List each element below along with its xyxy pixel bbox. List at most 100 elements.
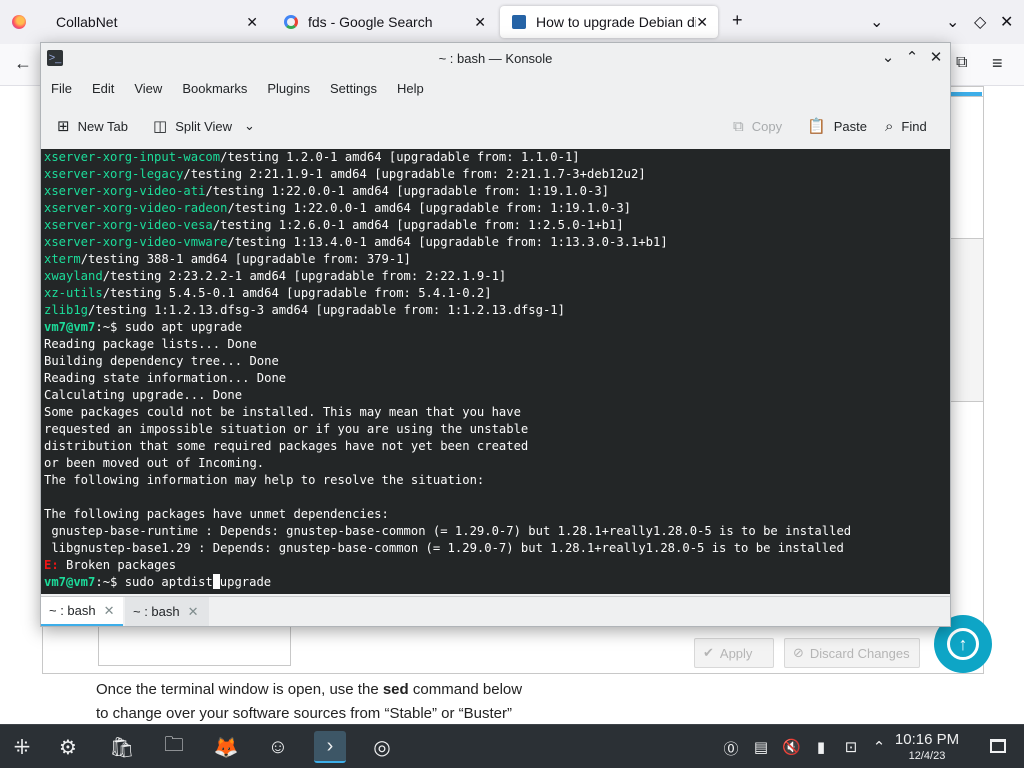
network-icon[interactable]: ⊡ — [842, 738, 860, 756]
browser-tab-debian-upgrade[interactable]: How to upgrade Debian di ✕ — [500, 6, 718, 38]
package-name: xserver-xorg-video-vmware — [44, 235, 228, 249]
terminal-line: xserver-xorg-video-vesa/testing 1:2.6.0-… — [44, 217, 851, 234]
system-settings-icon[interactable]: ⚙ — [52, 731, 84, 763]
apply-button[interactable]: ✔ Apply — [694, 638, 774, 668]
network-globe-icon[interactable]: ◎ — [366, 731, 398, 763]
paste-button[interactable]: 📋 Paste — [807, 115, 867, 137]
menu-edit[interactable]: Edit — [82, 81, 124, 96]
minimize-icon[interactable]: ⌄ — [946, 12, 959, 32]
clock[interactable]: 10:16 PM 12/4/23 — [893, 731, 961, 763]
discover-store-icon[interactable]: 🛍 — [106, 731, 138, 763]
shell-prompt: vm7@vm7 — [44, 575, 96, 589]
firefox-icon[interactable]: 🦊 — [210, 731, 242, 763]
extensions-icon[interactable]: ⧉ — [956, 54, 967, 72]
menu-bar: File Edit View Bookmarks Plugins Setting… — [41, 73, 950, 103]
terminal-line: or been moved out of Incoming. — [44, 455, 851, 472]
menu-settings[interactable]: Settings — [320, 81, 387, 96]
article-paragraph: Once the terminal window is open, use th… — [96, 678, 616, 726]
close-icon[interactable]: ✕ — [104, 603, 115, 619]
firefox-icon — [12, 15, 26, 29]
maximize-icon[interactable]: ⌃ — [903, 48, 921, 66]
vpn-icon[interactable]: ⓪ — [722, 738, 740, 759]
close-icon[interactable]: ✕ — [246, 14, 258, 31]
tab-label: CollabNet — [56, 14, 118, 30]
output-text: Building dependency tree... Done — [44, 354, 279, 368]
text-cursor — [212, 574, 220, 589]
terminal-view[interactable]: xserver-xorg-input-wacom/testing 1.2.0-1… — [41, 149, 950, 594]
terminal-line: zlib1g/testing 1:1.2.13.dfsg-3 amd64 [up… — [44, 302, 851, 319]
menu-bookmarks[interactable]: Bookmarks — [172, 81, 257, 96]
split-view-button[interactable]: ◫ Split View ⌄ — [153, 115, 255, 137]
volume-muted-icon[interactable]: 🔇 — [782, 738, 801, 756]
find-button[interactable]: ⌕ Find — [885, 115, 927, 137]
terminal-line: xwayland/testing 2:23.2.2-1 amd64 [upgra… — [44, 268, 851, 285]
back-arrow-icon[interactable]: ← — [14, 53, 32, 74]
terminal-line: Building dependency tree... Done — [44, 353, 851, 370]
output-text: requested an impossible situation or if … — [44, 422, 529, 436]
battery-icon[interactable]: ▮ — [812, 738, 830, 756]
taskbar: ⁜ ⚙ 🛍 🗀 🦊 ☺ › ◎ ⓪ ▤ 🔇 ▮ ⊡ ⌃ 10:16 PM 12/… — [0, 724, 1024, 768]
emoji-icon[interactable]: ☺ — [262, 731, 294, 763]
browser-tab-collabnet[interactable]: CollabNet ✕ — [44, 6, 268, 38]
copy-button[interactable]: ⧉ Copy — [733, 115, 782, 137]
menu-plugins[interactable]: Plugins — [257, 81, 320, 96]
menu-view[interactable]: View — [124, 81, 172, 96]
clipboard-icon[interactable]: ▤ — [752, 738, 770, 756]
menu-help[interactable]: Help — [387, 81, 434, 96]
article-text: to change over your software sources fro… — [96, 705, 513, 722]
package-info: /testing 2:23.2.2-1 amd64 [upgradable fr… — [102, 269, 507, 283]
chevron-down-icon[interactable]: ⌄ — [244, 118, 255, 134]
package-name: xz-utils — [44, 286, 103, 300]
session-tab-label: ~ : bash — [49, 603, 96, 618]
minimize-icon[interactable]: ⌄ — [879, 48, 897, 66]
close-icon[interactable]: ✕ — [927, 48, 945, 66]
show-desktop-icon[interactable] — [990, 739, 1006, 753]
terminal-line: The following packages have unmet depend… — [44, 506, 851, 523]
article-text: command below — [408, 681, 523, 698]
terminal-line: libgnustep-base1.29 : Depends: gnustep-b… — [44, 540, 851, 557]
new-tab-label: New Tab — [77, 118, 128, 134]
chevron-down-icon[interactable]: ⌄ — [870, 12, 883, 32]
terminal-line: E: Broken packages — [44, 557, 851, 574]
close-icon[interactable]: ✕ — [696, 14, 708, 31]
window-titlebar[interactable]: >_ ~ : bash — Konsole ⌄ ⌃ ✕ — [41, 43, 950, 73]
app-launcher-icon[interactable]: ⁜ — [6, 731, 38, 763]
restore-icon[interactable]: ◇ — [974, 12, 986, 32]
file-manager-icon[interactable]: 🗀 — [158, 731, 190, 763]
output-text: gnustep-base-runtime : Depends: gnustep-… — [44, 524, 852, 538]
new-tab-button[interactable]: ⊞ New Tab — [57, 115, 128, 137]
menu-file[interactable]: File — [41, 81, 82, 96]
new-tab-plus-icon[interactable]: + — [732, 10, 743, 31]
session-tab-1[interactable]: ~ : bash ✕ — [41, 597, 123, 626]
text-field[interactable] — [98, 626, 291, 666]
find-label: Find — [901, 118, 927, 134]
discard-label: Discard Changes — [809, 645, 910, 661]
session-tab-label: ~ : bash — [133, 604, 180, 619]
shell-command: :~$ sudo apt upgrade — [95, 320, 243, 334]
close-icon[interactable]: ✕ — [474, 14, 486, 31]
terminal-line: distribution that some required packages… — [44, 438, 851, 455]
article-text: Once the terminal window is open, use th… — [96, 681, 383, 698]
package-info: /testing 1:22.0.0-1 amd64 [upgradable fr… — [205, 184, 609, 198]
toolbar: ⊞ New Tab ◫ Split View ⌄ ⧉ Copy 📋 Paste … — [41, 105, 950, 147]
terminal-line: gnustep-base-runtime : Depends: gnustep-… — [44, 523, 851, 540]
browser-tab-google-search[interactable]: fds - Google Search ✕ — [272, 6, 496, 38]
menu-hamburger-icon[interactable]: ≡ — [992, 53, 1003, 74]
close-icon[interactable]: ✕ — [188, 604, 199, 620]
terminal-line: requested an impossible situation or if … — [44, 421, 851, 438]
konsole-window[interactable]: >_ ~ : bash — Konsole ⌄ ⌃ ✕ File Edit Vi… — [40, 42, 951, 627]
discard-changes-button[interactable]: ⊘ Discard Changes — [784, 638, 920, 668]
konsole-task-icon[interactable]: › — [314, 731, 346, 763]
package-name: xserver-xorg-video-ati — [44, 184, 206, 198]
error-text: Broken packages — [58, 558, 177, 572]
terminal-line: xserver-xorg-input-wacom/testing 1.2.0-1… — [44, 149, 851, 166]
tray-expand-icon[interactable]: ⌃ — [870, 738, 888, 756]
paste-label: Paste — [833, 118, 867, 134]
konsole-app-icon: >_ — [47, 50, 63, 66]
package-name: zlib1g — [44, 303, 89, 317]
check-icon: ✔ — [703, 645, 714, 660]
output-text: The following packages have unmet depend… — [44, 507, 389, 521]
session-tab-2[interactable]: ~ : bash ✕ — [125, 597, 209, 626]
window-close-icon[interactable]: ✕ — [1000, 12, 1013, 32]
